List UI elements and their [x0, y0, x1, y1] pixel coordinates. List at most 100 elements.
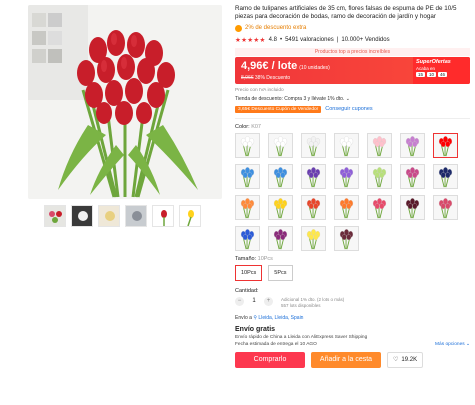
- color-swatch[interactable]: [334, 194, 359, 220]
- get-coupons-link[interactable]: Conseguir cupones: [325, 106, 372, 112]
- delivery-estimate-row: Fecha estimada de entrega el 10 AGO Más …: [235, 342, 470, 347]
- color-swatch[interactable]: [433, 163, 458, 189]
- rating-separator: |: [336, 36, 339, 43]
- thumbnail-5[interactable]: [152, 205, 174, 227]
- quantity-label: Cantidad:: [235, 287, 259, 294]
- color-swatch[interactable]: [301, 225, 326, 251]
- color-label-text: Color:: [235, 123, 250, 130]
- super-offers-title: SuperOfertas: [416, 58, 451, 65]
- seller-coupon-badge[interactable]: 3,65€ Descuento Cupón de Vendedor: [235, 105, 322, 113]
- color-swatches: [235, 132, 470, 251]
- product-title: Ramo de tulipanes artificiales de 35 cm,…: [235, 5, 457, 21]
- color-swatch[interactable]: [235, 194, 260, 220]
- wishlist-count: 19.2K: [401, 356, 418, 363]
- divider: [235, 117, 470, 119]
- size-options: 10Pcs 5Pcs: [235, 264, 470, 281]
- size-label-text: Tamaño:: [235, 255, 257, 262]
- discount-percent: 38% Descuento: [254, 74, 291, 81]
- timer-seconds: 46: [438, 71, 448, 77]
- size-option-5pcs[interactable]: 5Pcs: [268, 264, 293, 281]
- more-shipping-options[interactable]: Más opciones ⌄: [435, 342, 470, 347]
- main-product-image[interactable]: [28, 5, 222, 199]
- price-value: 4,96€ / lote: [241, 59, 298, 72]
- timer-minutes: 10: [427, 71, 437, 77]
- shipping-method: Envío rápido de China a Lleida con AliEx…: [235, 334, 368, 340]
- size-label: Tamaño: 10Pcs: [235, 256, 470, 262]
- color-swatch[interactable]: [433, 194, 458, 220]
- star-rating-icon: ★★★★★: [235, 36, 266, 44]
- thumbnail-6[interactable]: [179, 205, 201, 227]
- price-banner: 4,96€ / lote (10 unidades) 8,06€ 38% Desc…: [235, 56, 470, 84]
- quantity-stepper: − 1 + Adicional 1% dto. (2 lots o más) 5…: [235, 296, 470, 309]
- ship-to-label: Envío a: [235, 314, 252, 321]
- color-swatch[interactable]: [301, 163, 326, 189]
- lote-units: (10 unidades): [299, 64, 330, 71]
- location-pin-icon: ⚲: [253, 314, 258, 321]
- wishlist-button[interactable]: ♡ 19.2K: [387, 351, 424, 368]
- color-swatch[interactable]: [367, 163, 392, 189]
- super-offers-box: SuperOfertas Acaba en 15 10 46: [413, 56, 470, 84]
- tulip-bouquet-image: [28, 5, 222, 199]
- color-swatch[interactable]: [268, 194, 293, 220]
- extra-discount: 2% de descuento extra: [235, 24, 470, 32]
- current-price: 4,96€ / lote (10 unidades): [241, 60, 330, 72]
- color-swatch[interactable]: [400, 163, 425, 189]
- old-price: 8,06€: [241, 74, 254, 81]
- product-info-panel: Ramo de tulipanes artificiales de 35 cm,…: [235, 5, 470, 368]
- ship-to-row: Envío a ⚲ Lleida, Lleida, Spain: [235, 315, 470, 321]
- heart-icon: ♡: [393, 357, 399, 364]
- rating-value: 4.8: [268, 36, 277, 43]
- color-swatch[interactable]: [235, 225, 260, 251]
- buy-now-button[interactable]: Comprarlo: [235, 351, 305, 368]
- quantity-value[interactable]: 1: [248, 297, 260, 306]
- discount-icon: [235, 24, 242, 32]
- increase-quantity-button[interactable]: +: [264, 296, 273, 306]
- rating-row: ★★★★★ 4.8 • 5491 valoraciones | 10.000+ …: [235, 36, 470, 44]
- add-to-cart-button[interactable]: Añadir a la cesta: [311, 351, 381, 368]
- extra-discount-text: 2% de descuento extra: [245, 25, 307, 32]
- action-buttons: Comprarlo Añadir a la cesta ♡ 19.2K: [235, 351, 470, 368]
- timer-hours: 15: [416, 71, 426, 77]
- color-swatch[interactable]: [367, 194, 392, 220]
- thumbnail-strip: [44, 205, 201, 227]
- ratings-count[interactable]: 5491 valoraciones: [285, 37, 334, 43]
- quantity-info: Adicional 1% dto. (2 lots o más) 557 lot…: [281, 297, 344, 309]
- thumbnail-4[interactable]: [125, 205, 147, 227]
- size-value: 10Pcs: [257, 255, 273, 262]
- thumbnail-3[interactable]: [98, 205, 120, 227]
- color-swatch[interactable]: [334, 132, 359, 158]
- color-swatch[interactable]: [235, 132, 260, 158]
- old-price-row: 8,06€ 38% Descuento: [241, 75, 290, 81]
- decrease-quantity-button[interactable]: −: [235, 296, 244, 306]
- color-label: Color: K07: [235, 124, 470, 130]
- color-value: K07: [251, 123, 261, 130]
- size-option-10pcs[interactable]: 10Pcs: [235, 264, 263, 281]
- color-swatch[interactable]: [433, 132, 458, 158]
- color-swatch[interactable]: [367, 132, 392, 158]
- ship-location-link[interactable]: Lleida, Lleida, Spain: [258, 315, 303, 321]
- top-products-banner: Productos top a precios increíbles: [235, 47, 470, 56]
- delivery-estimate: Fecha estimada de entrega el 10 AGO: [235, 341, 317, 347]
- quantity-available: 557 lots disponibles: [281, 302, 321, 308]
- color-swatch[interactable]: [268, 163, 293, 189]
- color-swatch[interactable]: [400, 132, 425, 158]
- color-swatch[interactable]: [400, 194, 425, 220]
- sold-count: 10.000+ Vendidos: [341, 36, 390, 43]
- rating-separator: •: [279, 36, 283, 43]
- tax-note: Precio con IVA incluido: [235, 87, 284, 93]
- color-swatch[interactable]: [301, 132, 326, 158]
- color-swatch[interactable]: [235, 163, 260, 189]
- color-swatch[interactable]: [334, 163, 359, 189]
- thumbnail-2[interactable]: [71, 205, 93, 227]
- store-discount[interactable]: Tienda de descuento: Compra 3 y llévate …: [235, 96, 470, 102]
- color-swatch[interactable]: [268, 132, 293, 158]
- quantity-bulk-discount: Adicional 1% dto. (2 lots o más): [281, 296, 345, 302]
- coupon-row: 3,65€ Descuento Cupón de Vendedor Conseg…: [235, 105, 470, 113]
- color-swatch[interactable]: [268, 225, 293, 251]
- ends-in-label: Acaba en: [416, 65, 436, 71]
- thumbnail-1[interactable]: [44, 205, 66, 227]
- color-swatch[interactable]: [301, 194, 326, 220]
- free-shipping-title: Envío gratis: [235, 325, 276, 333]
- color-swatch[interactable]: [334, 225, 359, 251]
- countdown-timer: 15 10 46: [416, 71, 467, 77]
